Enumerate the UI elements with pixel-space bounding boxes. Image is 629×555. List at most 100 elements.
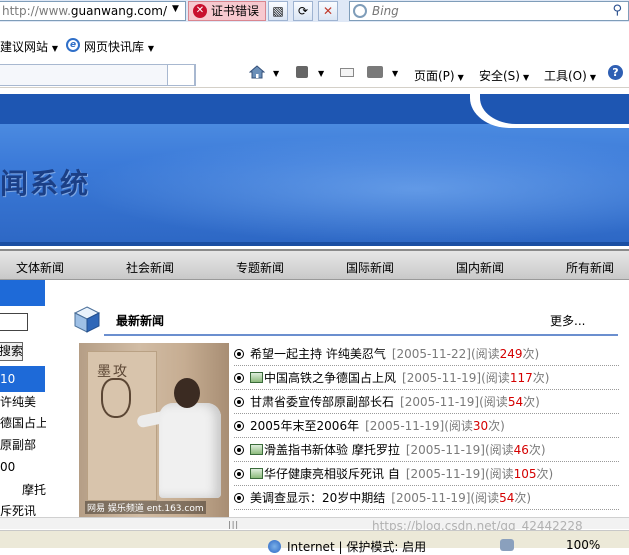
news-title-link[interactable]: 希望一起主持 许纯美忍气 — [250, 347, 386, 361]
zoom-level[interactable]: 100% — [566, 538, 600, 552]
nav-item-sports-culture[interactable]: 文体新闻 — [16, 259, 64, 276]
web-slice-gallery-label: 网页快讯库 — [84, 40, 145, 54]
section-divider — [104, 334, 618, 336]
search-input[interactable] — [372, 3, 602, 19]
tab-strip[interactable] — [0, 64, 196, 86]
read-suffix: 次) — [514, 491, 532, 505]
read-label: (阅读 — [479, 395, 508, 409]
address-bar[interactable]: http://www.guanwang.com/ — [0, 1, 186, 21]
news-row[interactable]: 2005年末至2006年 [2005-11-19](阅读30次) — [234, 414, 619, 438]
news-title-link[interactable]: 2005年末至2006年 — [250, 419, 359, 433]
nav-item-domestic[interactable]: 国内新闻 — [456, 259, 504, 276]
mail-icon[interactable] — [340, 68, 354, 77]
news-title-link[interactable]: 美调查显示：20岁中期结 — [250, 491, 385, 505]
print-icon[interactable] — [367, 66, 383, 78]
sidebar-highlight: 10 — [0, 366, 45, 392]
news-title-link[interactable]: 甘肃省委宣传部原副部长石 — [250, 395, 394, 409]
chevron-down-icon: ▼ — [147, 44, 154, 53]
news-date: [2005-11-19] — [400, 395, 480, 409]
news-title-link[interactable]: 华仔健康亮相驳斥死讯 自 — [264, 467, 400, 481]
read-label: (阅读 — [470, 347, 500, 361]
chevron-down-icon: ▼ — [457, 73, 464, 82]
news-row[interactable]: 滑盖指书新体验 摩托罗拉 [2005-11-19](阅读46次) — [234, 438, 619, 462]
nav-item-society[interactable]: 社会新闻 — [126, 259, 174, 276]
web-slice-gallery-link[interactable]: e 网页快讯库 ▼ — [66, 38, 154, 55]
address-dropdown-icon[interactable]: ▼ — [172, 4, 179, 14]
tools-menu-label: 工具(O) — [544, 69, 587, 83]
scrollbar-grip[interactable]: ||| — [228, 520, 239, 529]
search-box[interactable]: ⚲ — [349, 1, 629, 21]
status-bar: Internet | 保护模式: 启用 100% — [0, 530, 629, 554]
sidebar-link[interactable]: 德国占上 — [0, 413, 46, 433]
read-suffix: 次) — [488, 419, 505, 433]
compatibility-view-icon[interactable]: ▧ — [268, 1, 288, 21]
site-banner: 闻系统 — [0, 94, 629, 246]
news-date: [2005-11-19] — [365, 419, 445, 433]
home-dropdown-icon[interactable]: ▼ — [273, 69, 279, 78]
news-row[interactable]: 美调查显示：20岁中期结 [2005-11-19](阅读54次) — [234, 486, 619, 510]
news-row[interactable]: 希望一起主持 许纯美忍气 [2005-11-22](阅读249次) — [234, 342, 619, 366]
command-bar: ▼ ▼ ▼ 页面(P) ▼ 安全(S) ▼ 工具(O) ▼ ? — [0, 58, 629, 88]
safety-menu[interactable]: 安全(S) ▼ — [479, 67, 529, 84]
news-date: [2005-11-19] — [402, 371, 482, 385]
print-dropdown-icon[interactable]: ▼ — [392, 69, 398, 78]
sidebar-link[interactable]: 许纯美 — [0, 392, 46, 412]
help-icon[interactable]: ? — [608, 65, 623, 80]
addons-icon[interactable] — [500, 539, 514, 551]
carved-face — [101, 378, 131, 418]
suggested-sites-link[interactable]: 建议网站 ▼ — [0, 38, 58, 55]
search-go-icon[interactable]: ⚲ — [612, 3, 622, 18]
artist-head — [174, 378, 200, 408]
nav-item-all[interactable]: 所有新闻 — [566, 259, 614, 276]
favorites-bar: 建议网站 ▼ e 网页快讯库 ▼ — [0, 34, 629, 58]
bullet-icon — [234, 349, 244, 359]
read-label: (阅读 — [484, 467, 514, 481]
new-tab-button[interactable] — [167, 64, 195, 86]
news-list: 希望一起主持 许纯美忍气 [2005-11-22](阅读249次) 中国高铁之争德国… — [234, 342, 619, 510]
certificate-error-label: 证书错误 — [211, 4, 260, 18]
bing-search-icon — [353, 4, 367, 18]
sidebar-search-input[interactable] — [0, 313, 28, 331]
internet-zone-icon — [268, 540, 281, 553]
stop-icon[interactable]: ✕ — [318, 1, 338, 21]
home-icon[interactable] — [249, 65, 265, 79]
certificate-error-button[interactable]: ✕ 证书错误 — [188, 1, 266, 21]
news-photo[interactable]: 墨攻 网易 娱乐频道 ent.163.com — [79, 343, 229, 518]
news-row[interactable]: 华仔健康亮相驳斥死讯 自 [2005-11-19](阅读105次) — [234, 462, 619, 486]
news-title-link[interactable]: 中国高铁之争德国占上风 — [264, 371, 396, 385]
sidebar-link[interactable]: 00 — [0, 457, 46, 477]
news-row[interactable]: 中国高铁之争德国占上风 [2005-11-19](阅读117次) — [234, 366, 619, 390]
read-suffix: 次) — [536, 467, 554, 481]
refresh-icon[interactable]: ⟳ — [293, 1, 313, 21]
news-title-link[interactable]: 滑盖指书新体验 摩托罗拉 — [264, 443, 400, 457]
read-count: 30 — [472, 419, 489, 433]
chevron-down-icon: ▼ — [522, 73, 530, 82]
address-scheme: http://www. — [2, 4, 71, 18]
read-suffix: 次) — [523, 395, 540, 409]
bullet-icon — [234, 397, 244, 407]
banner-curve-inner — [480, 94, 629, 124]
chevron-down-icon: ▼ — [589, 73, 596, 82]
bullet-icon — [234, 469, 244, 479]
image-icon — [250, 468, 263, 479]
read-suffix: 次) — [528, 443, 546, 457]
latest-news-title: 最新新闻 — [116, 314, 165, 328]
rss-feeds-icon[interactable] — [296, 66, 308, 78]
page-menu[interactable]: 页面(P) ▼ — [414, 67, 464, 84]
more-link[interactable]: 更多... — [550, 312, 585, 329]
shield-error-icon: ✕ — [193, 4, 207, 18]
sidebar-link[interactable]: 原副部 — [0, 435, 46, 455]
read-label: (阅读 — [470, 491, 500, 505]
latest-news-section: 最新新闻 更多... 墨攻 网易 娱乐频道 ent.163.com 希望一起主持… — [46, 280, 629, 520]
nav-item-international[interactable]: 国际新闻 — [346, 259, 394, 276]
sidebar-search-button[interactable]: 搜索 — [0, 342, 23, 361]
sidebar-link[interactable]: 摩托 — [0, 480, 46, 500]
news-row[interactable]: 甘肃省委宣传部原副部长石 [2005-11-19](阅读54次) — [234, 390, 619, 414]
calligraphy-carving: 墨攻 — [97, 364, 129, 380]
image-icon — [250, 444, 263, 455]
tools-menu[interactable]: 工具(O) ▼ — [544, 67, 596, 84]
nav-item-special[interactable]: 专题新闻 — [236, 259, 284, 276]
ie-logo-icon: e — [66, 38, 80, 52]
feeds-dropdown-icon[interactable]: ▼ — [318, 69, 324, 78]
bullet-icon — [234, 373, 244, 383]
